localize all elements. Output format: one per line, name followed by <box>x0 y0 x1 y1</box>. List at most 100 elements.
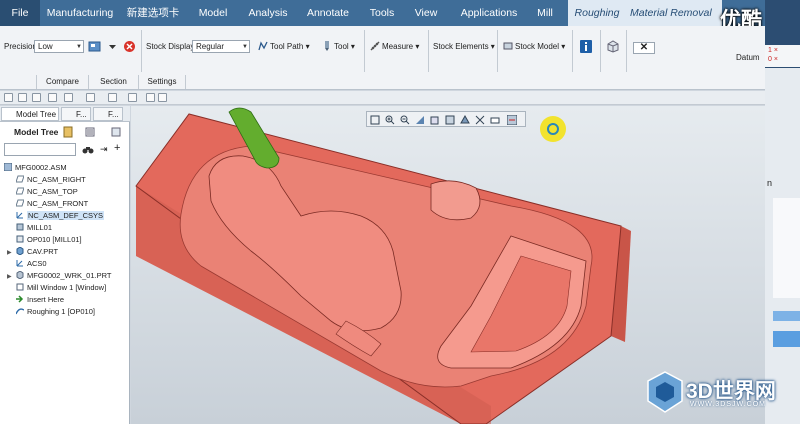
display-style-icon[interactable] <box>460 115 470 125</box>
site-watermark: 3D世界网 WWW.3DSJW.COM <box>646 370 776 416</box>
datum-label[interactable]: Datum <box>736 53 760 62</box>
binoculars-icon[interactable] <box>82 144 94 155</box>
ribbon-separator <box>626 30 627 72</box>
spin-center-icon[interactable] <box>507 115 517 125</box>
tab-view[interactable]: View <box>406 0 446 26</box>
side-button[interactable] <box>773 331 800 347</box>
redo-icon[interactable] <box>86 93 95 102</box>
tree-item-assembly[interactable]: MFG0002.ASM <box>4 162 67 173</box>
tree-item-csys[interactable]: NC_ASM_DEF_CSYS <box>16 210 105 221</box>
close-window-icon[interactable] <box>146 93 155 102</box>
side-label: n <box>767 178 773 188</box>
precision-dropdown[interactable]: Low ▼ <box>34 40 84 53</box>
window-icon <box>16 283 24 291</box>
open-icon[interactable] <box>18 93 27 102</box>
roughing-icon <box>16 308 24 315</box>
group-tab-section[interactable]: Section <box>88 75 138 89</box>
tab-mill[interactable]: Mill <box>532 0 558 26</box>
regenerate-icon[interactable] <box>108 93 117 102</box>
tree-item-roughing[interactable]: Roughing 1 [OP010] <box>16 306 95 317</box>
measure-button[interactable]: Measure ▾ <box>370 40 419 53</box>
ribbon-tab-bar: File Manufacturing 新建选项卡 Model Analysis … <box>0 0 765 26</box>
ribbon-separator <box>600 30 601 72</box>
model-tree-toolbar: Model Tree <box>0 124 130 140</box>
tree-item-label: Roughing 1 [OP010] <box>27 307 95 316</box>
cube-icon[interactable] <box>606 40 619 53</box>
tab-folder-browser[interactable]: F... <box>61 107 91 121</box>
tab-manufacturing[interactable]: Manufacturing <box>42 0 118 26</box>
stock-model-icon <box>503 42 513 50</box>
panel-tabs: Model Tree F... F... <box>0 106 130 122</box>
refit-icon[interactable] <box>370 115 380 125</box>
tree-item-csys[interactable]: ACS0 <box>16 258 47 269</box>
tab-file[interactable]: File <box>0 0 40 26</box>
repaint-icon[interactable] <box>415 115 425 125</box>
tool-button[interactable]: Tool ▾ <box>322 40 355 53</box>
tree-item-label: MFG0002_WRK_01.PRT <box>27 271 112 280</box>
saved-views-icon[interactable] <box>445 115 455 125</box>
zoom-out-icon[interactable] <box>400 115 410 125</box>
zoom-in-icon[interactable] <box>385 115 395 125</box>
annotation-display-icon[interactable] <box>490 115 500 125</box>
tab-annotate[interactable]: Annotate <box>298 0 358 26</box>
tool-path-button[interactable]: Tool Path ▾ <box>258 40 310 53</box>
print-icon[interactable] <box>48 93 57 102</box>
precision-value: Low <box>38 42 53 51</box>
datum-plane-icon <box>16 199 24 207</box>
tree-item-mill-window[interactable]: Mill Window 1 [Window] <box>16 282 106 293</box>
settings-icon[interactable] <box>84 126 96 138</box>
tool-icon <box>325 41 329 51</box>
side-count: 0 × <box>768 56 778 63</box>
tab-analysis[interactable]: Analysis <box>240 0 296 26</box>
tab-model-tree[interactable]: Model Tree <box>1 107 59 121</box>
tree-item-label: NC_ASM_RIGHT <box>27 175 86 184</box>
stock-display-label: Stock Display <box>146 42 195 51</box>
tree-search-input[interactable] <box>4 143 76 156</box>
stock-display-dropdown[interactable]: Regular ▼ <box>192 40 250 53</box>
info-icon[interactable] <box>579 39 593 54</box>
tree-filters-icon[interactable] <box>62 126 74 138</box>
tab-applications[interactable]: Applications <box>448 0 530 26</box>
windows-icon[interactable] <box>128 93 137 102</box>
tree-item-operation[interactable]: OP010 [MILL01] <box>16 234 82 245</box>
expand-icon[interactable]: ▶ <box>7 249 12 256</box>
tab-material-removal[interactable]: Material Removal <box>626 0 722 26</box>
ribbon-separator <box>364 30 365 72</box>
tool-path-label: Tool Path <box>270 42 304 51</box>
new-icon[interactable] <box>4 93 13 102</box>
expand-icon[interactable]: ▶ <box>7 273 12 280</box>
tab-tools[interactable]: Tools <box>360 0 404 26</box>
tree-item-datum-plane[interactable]: NC_ASM_FRONT <box>16 198 88 209</box>
ribbon-separator <box>141 30 142 72</box>
stock-shade-icon[interactable] <box>88 40 101 53</box>
tree-item-part[interactable]: CAV.PRT <box>16 246 58 257</box>
tree-item-label: Insert Here <box>27 295 65 304</box>
side-list: 1 × 0 × <box>765 45 800 67</box>
save-icon[interactable] <box>32 93 41 102</box>
show-icon[interactable] <box>110 126 122 138</box>
collapse-all-icon[interactable]: ⇥ <box>100 144 108 155</box>
tab-roughing[interactable]: Roughing <box>568 0 626 26</box>
reorient-icon[interactable] <box>430 115 440 125</box>
customize-icon[interactable] <box>158 93 167 102</box>
tab-new-tab[interactable]: 新建选项卡 <box>120 0 186 26</box>
tab-favorites[interactable]: F... <box>93 107 123 121</box>
tree-item-insert-here[interactable]: Insert Here <box>16 294 64 305</box>
dropdown-arrow-icon[interactable] <box>106 40 119 53</box>
tree-item-datum-plane[interactable]: NC_ASM_TOP <box>16 186 78 197</box>
tree-item-workcell[interactable]: MILL01 <box>16 222 52 233</box>
tree-item-workpiece[interactable]: MFG0002_WRK_01.PRT <box>16 270 111 281</box>
add-icon[interactable]: + <box>114 142 120 154</box>
stop-icon[interactable] <box>123 40 136 53</box>
tree-item-datum-plane[interactable]: NC_ASM_RIGHT <box>16 174 86 185</box>
undo-icon[interactable] <box>64 93 73 102</box>
view-toolbar <box>366 111 526 127</box>
group-tab-settings[interactable]: Settings <box>138 75 186 89</box>
side-count: 1 × <box>768 47 778 54</box>
tab-model[interactable]: Model <box>188 0 238 26</box>
datum-display-icon[interactable] <box>475 115 485 125</box>
group-tab-compare[interactable]: Compare <box>36 75 88 89</box>
stock-elements-button[interactable]: Stock Elements ▾ <box>433 40 495 53</box>
close-button[interactable]: ✕ <box>633 42 655 54</box>
stock-model-button[interactable]: Stock Model ▾ <box>503 40 565 53</box>
